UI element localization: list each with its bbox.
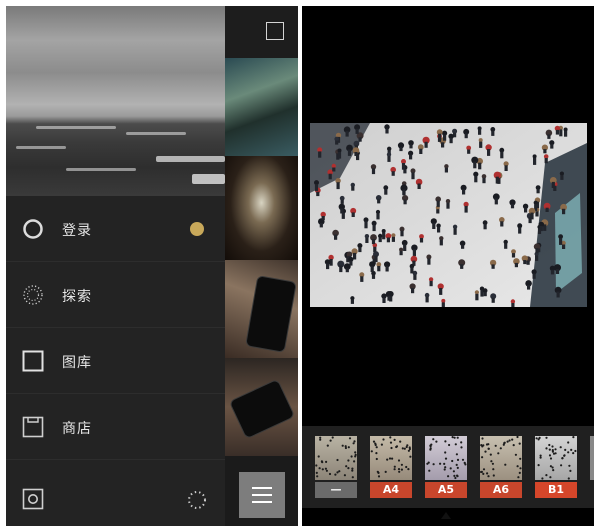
gallery-grid	[225, 6, 298, 526]
status-dot-icon	[190, 222, 204, 236]
filter-thumb-original[interactable]: —	[315, 436, 357, 498]
menu-item-label: 商店	[62, 421, 92, 437]
menu-item-library[interactable]: 图库	[6, 328, 225, 394]
menu-item-store[interactable]: 商店	[6, 394, 225, 460]
loading-spinner-icon	[188, 491, 206, 509]
filter-label: —	[315, 482, 357, 498]
collapse-caret-icon[interactable]	[441, 512, 451, 519]
dotted-circle-icon	[23, 285, 43, 305]
menu-item-login[interactable]: 登录	[6, 196, 225, 262]
gallery-thumb[interactable]	[225, 156, 298, 260]
filter-label: B1	[535, 482, 577, 498]
hamburger-menu-icon[interactable]	[239, 472, 285, 518]
filter-thumb-a6[interactable]: A6	[480, 436, 522, 498]
menu-item-label: 探索	[62, 289, 92, 305]
menu-item-label: 登录	[62, 223, 92, 239]
photo-preview[interactable]	[310, 123, 587, 307]
filter-label: A6	[480, 482, 522, 498]
filter-thumb-b1[interactable]: B1	[535, 436, 577, 498]
filter-strip: — A4 A5 A6 B1	[302, 426, 594, 508]
gallery-thumb[interactable]	[225, 358, 298, 456]
left-screen: 登录 探索 图库 商店	[6, 6, 298, 526]
menu-item-label: 图库	[62, 355, 92, 371]
drawer-header-image	[6, 6, 225, 196]
camera-icon[interactable]	[22, 488, 44, 510]
filter-thumb-partial	[590, 436, 594, 480]
gallery-thumb[interactable]	[225, 58, 298, 156]
select-square-icon[interactable]	[266, 22, 284, 40]
drawer-bottom-bar	[6, 460, 225, 526]
square-icon	[22, 350, 44, 372]
filter-thumb-a5[interactable]: A5	[425, 436, 467, 498]
filter-label: A5	[425, 482, 467, 498]
menu-item-explore[interactable]: 探索	[6, 262, 225, 328]
filter-thumb-a4[interactable]: A4	[370, 436, 412, 498]
side-drawer: 登录 探索 图库 商店	[6, 6, 225, 526]
gallery-header	[225, 6, 298, 58]
filter-label: A4	[370, 482, 412, 498]
right-screen: — A4 A5 A6 B1	[302, 6, 594, 526]
crowd-photo	[310, 123, 587, 307]
gallery-thumb[interactable]	[225, 260, 298, 358]
circle-icon	[23, 219, 43, 239]
gallery-footer	[225, 456, 298, 526]
store-box-icon	[22, 416, 44, 438]
